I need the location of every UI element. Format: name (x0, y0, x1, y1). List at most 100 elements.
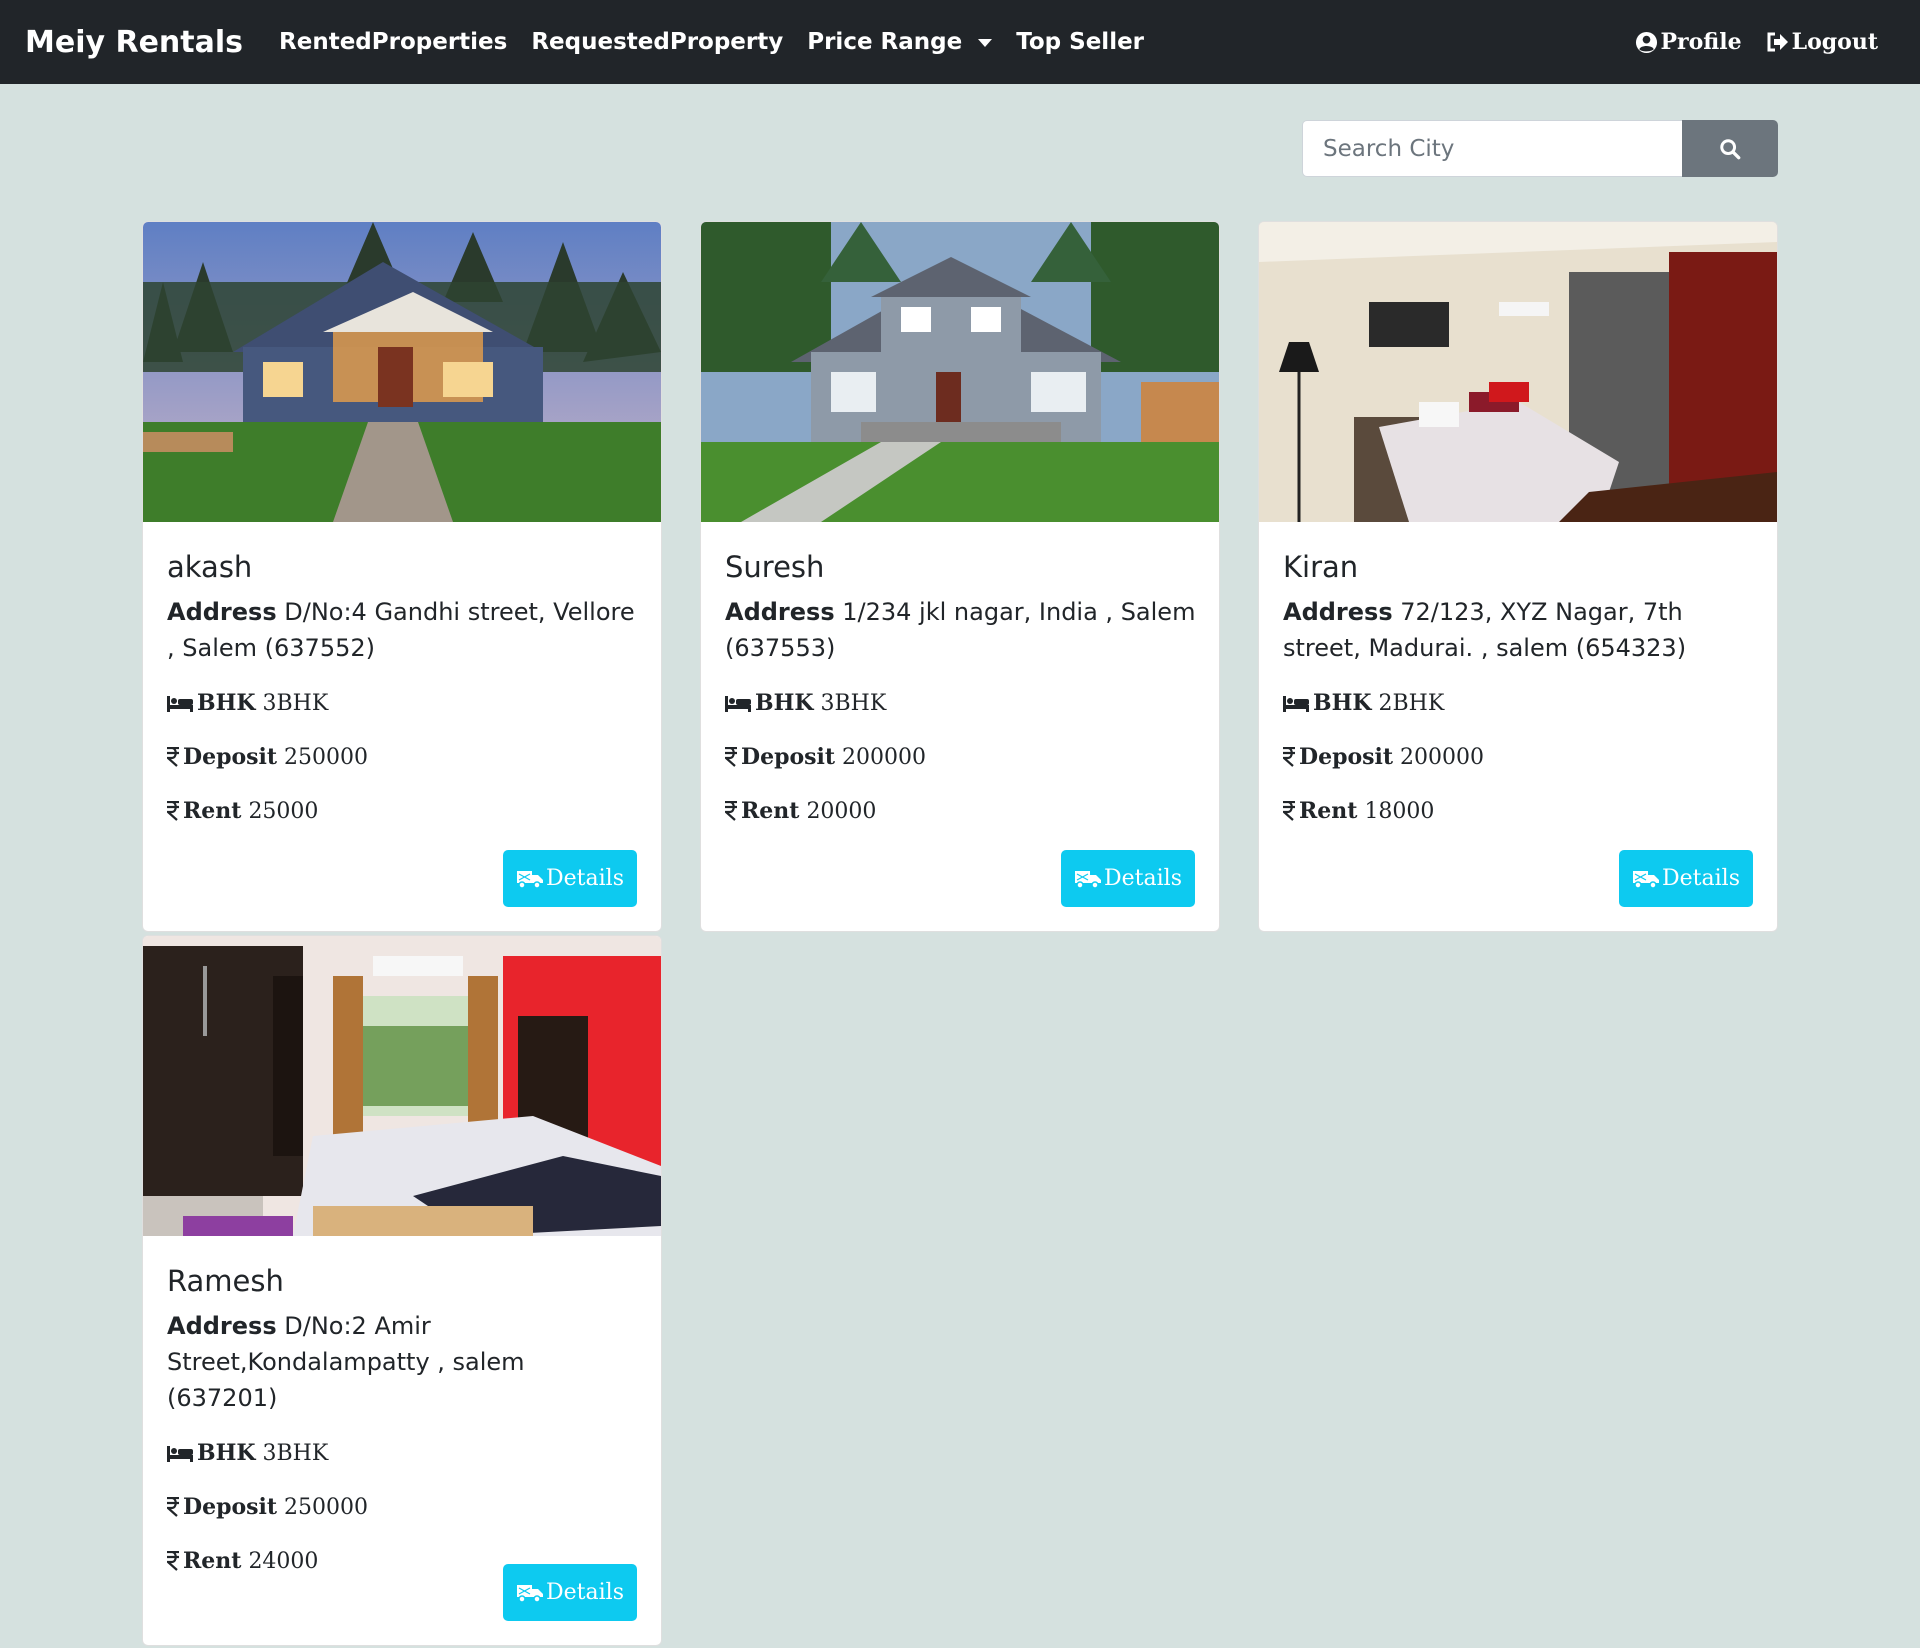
address-label: Address (725, 598, 835, 626)
nav-price-range-label: Price Range (807, 29, 963, 55)
profile-link[interactable]: Profile (1635, 29, 1742, 55)
rupee-icon (1283, 747, 1295, 767)
property-card: Ramesh Address D/No:2 Amir Street,Kondal… (142, 935, 662, 1646)
rupee-icon (167, 1551, 179, 1571)
deposit-value: 250000 (284, 744, 369, 770)
deposit-row: Deposit 250000 (167, 1492, 641, 1522)
rupee-icon (167, 747, 179, 767)
property-image (1259, 222, 1777, 522)
rupee-icon (167, 801, 179, 821)
rent-value: 20000 (806, 798, 877, 824)
bhk-row: BHK 3BHK (725, 688, 1199, 718)
deposit-row: Deposit 200000 (725, 742, 1199, 772)
address-label: Address (167, 598, 277, 626)
rent-row: Rent 18000 (1283, 796, 1757, 826)
deposit-row: Deposit 200000 (1283, 742, 1757, 772)
nav-top-seller[interactable]: Top Seller (1016, 29, 1144, 55)
truck-icon (517, 870, 543, 889)
search-city-input[interactable] (1302, 120, 1682, 177)
search-button[interactable] (1682, 120, 1778, 177)
address-label: Address (1283, 598, 1393, 626)
owner-name: Suresh (725, 550, 825, 584)
deposit-value: 200000 (1400, 744, 1485, 770)
user-circle-icon (1636, 31, 1658, 53)
property-image (701, 222, 1219, 522)
deposit-label: Deposit (1299, 744, 1394, 770)
details-label: Details (546, 1580, 624, 1605)
city-search (1302, 120, 1778, 177)
rupee-icon (725, 747, 737, 767)
nav-price-range-dropdown[interactable]: Price Range (807, 29, 993, 55)
bed-icon (167, 1444, 193, 1462)
property-image (143, 936, 661, 1236)
property-details: Ramesh Address D/No:2 Amir Street,Kondal… (167, 1236, 641, 1576)
rent-label: Rent (183, 1548, 242, 1574)
rent-value: 25000 (248, 798, 319, 824)
bhk-label: BHK (197, 1440, 256, 1466)
property-card: Suresh Address 1/234 jkl nagar, India , … (700, 221, 1220, 932)
property-details: Suresh Address 1/234 jkl nagar, India , … (725, 522, 1199, 826)
owner-name: akash (167, 550, 253, 584)
details-label: Details (1104, 866, 1182, 891)
rupee-icon (167, 1497, 179, 1517)
owner-name: Kiran (1283, 550, 1359, 584)
deposit-value: 200000 (842, 744, 927, 770)
property-card: Kiran Address 72/123, XYZ Nagar, 7th str… (1258, 221, 1778, 932)
bed-icon (725, 694, 751, 712)
rupee-icon (1283, 801, 1295, 821)
deposit-label: Deposit (183, 1494, 278, 1520)
details-label: Details (546, 866, 624, 891)
deposit-value: 250000 (284, 1494, 369, 1520)
nav-user-actions: Profile Logout (1611, 29, 1895, 55)
truck-icon (517, 1584, 543, 1603)
brand-logo[interactable]: Meiy Rentals (25, 25, 243, 60)
property-details: akash Address D/No:4 Gandhi street, Vell… (167, 522, 641, 826)
nav-requested-property[interactable]: RequestedProperty (531, 29, 783, 55)
logout-icon (1767, 32, 1788, 52)
details-button[interactable]: Details (1619, 850, 1753, 907)
property-address: Address 72/123, XYZ Nagar, 7th street, M… (1283, 594, 1757, 666)
property-address: Address D/No:4 Gandhi street, Vellore , … (167, 594, 641, 666)
rent-row: Rent 20000 (725, 796, 1199, 826)
bhk-row: BHK 2BHK (1283, 688, 1757, 718)
bhk-row: BHK 3BHK (167, 688, 641, 718)
bhk-value: 3BHK (820, 690, 887, 716)
truck-icon (1075, 870, 1101, 889)
details-button[interactable]: Details (503, 850, 637, 907)
property-address: Address D/No:2 Amir Street,Kondalampatty… (167, 1308, 641, 1416)
details-button[interactable]: Details (1061, 850, 1195, 907)
profile-label: Profile (1660, 29, 1742, 55)
property-image (143, 222, 661, 522)
bed-icon (1283, 694, 1309, 712)
rent-label: Rent (183, 798, 242, 824)
address-label: Address (167, 1312, 277, 1340)
nav-rented-properties[interactable]: RentedProperties (279, 29, 507, 55)
details-button[interactable]: Details (503, 1564, 637, 1621)
property-address: Address 1/234 jkl nagar, India , Salem (… (725, 594, 1199, 666)
bhk-label: BHK (197, 690, 256, 716)
logout-link[interactable]: Logout (1766, 29, 1878, 55)
logout-label: Logout (1791, 29, 1878, 55)
deposit-label: Deposit (183, 744, 278, 770)
navbar: Meiy Rentals RentedProperties RequestedP… (0, 0, 1920, 84)
bed-icon (167, 694, 193, 712)
bhk-value: 2BHK (1378, 690, 1445, 716)
bhk-label: BHK (755, 690, 814, 716)
bhk-value: 3BHK (262, 1440, 329, 1466)
details-label: Details (1662, 866, 1740, 891)
rent-label: Rent (1299, 798, 1358, 824)
rupee-icon (725, 801, 737, 821)
chevron-down-icon (978, 39, 993, 47)
property-details: Kiran Address 72/123, XYZ Nagar, 7th str… (1283, 522, 1757, 826)
deposit-label: Deposit (741, 744, 836, 770)
search-icon (1720, 138, 1741, 159)
bhk-row: BHK 3BHK (167, 1438, 641, 1468)
property-card: akash Address D/No:4 Gandhi street, Vell… (142, 221, 662, 932)
owner-name: Ramesh (167, 1264, 284, 1298)
rent-label: Rent (741, 798, 800, 824)
rent-value: 24000 (248, 1548, 319, 1574)
bhk-label: BHK (1313, 690, 1372, 716)
rent-row: Rent 25000 (167, 796, 641, 826)
bhk-value: 3BHK (262, 690, 329, 716)
deposit-row: Deposit 250000 (167, 742, 641, 772)
